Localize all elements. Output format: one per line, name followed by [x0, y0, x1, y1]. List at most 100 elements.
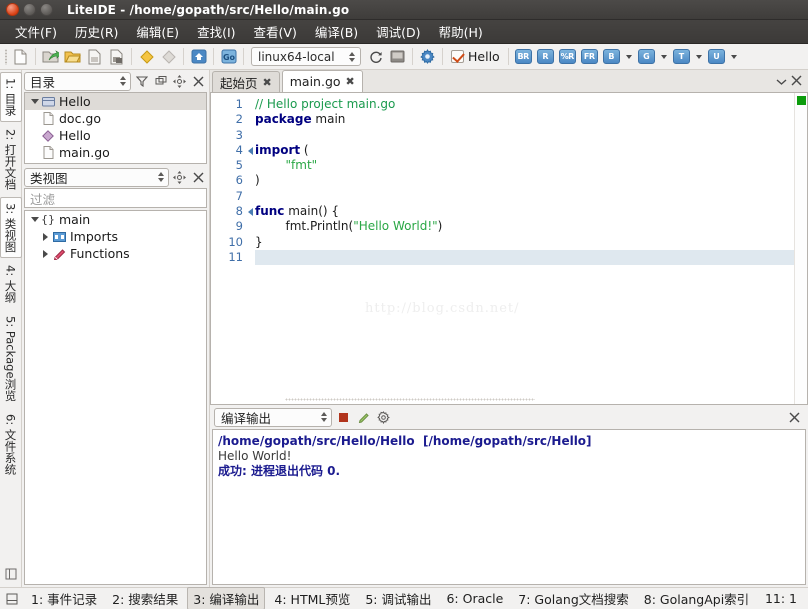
folders-tree[interactable]: Hello doc.go Hello main.go — [24, 92, 207, 164]
horizontal-scrollbar[interactable] — [285, 398, 535, 403]
output-line[interactable]: /home/gopath/src/Hello/Hello [/home/gopa… — [218, 434, 800, 449]
chevron-down-icon[interactable] — [660, 54, 667, 59]
tree-item-functions[interactable]: Functions — [25, 245, 206, 262]
status-tab-html-preview[interactable]: 4: HTML预览 — [268, 587, 356, 609]
close-tab-icon[interactable]: ✖ — [263, 76, 272, 89]
chevron-down-icon[interactable] — [625, 54, 632, 59]
code-editor[interactable]: 1 2 3 4 5 6 7 8 9 10 11 // Hello project… — [210, 93, 808, 405]
close-tab-icon[interactable]: ✖ — [346, 75, 355, 88]
target-checkbox-label: Hello — [468, 49, 500, 64]
menu-find[interactable]: 查找(I) — [188, 20, 244, 43]
status-tab-golang-api-index[interactable]: 8: GolangApi索引 — [638, 587, 755, 609]
status-tab-debug-output[interactable]: 5: 调试输出 — [359, 587, 437, 609]
settings-icon[interactable] — [375, 409, 392, 426]
sidebar-tab-open-documents[interactable]: 2: 打开文档 — [0, 123, 22, 196]
tree-item-main-package[interactable]: {} main — [25, 211, 206, 228]
save-all-icon[interactable] — [106, 46, 127, 67]
go-icon[interactable]: Go — [218, 46, 239, 67]
sync-icon[interactable] — [152, 73, 169, 90]
status-tab-golang-doc-search[interactable]: 7: Golang文档搜索 — [512, 587, 634, 609]
menu-debug[interactable]: 调试(D) — [367, 20, 429, 43]
sidebar-tab-package-browser[interactable]: 5: Package浏览 — [0, 310, 22, 408]
tree-item-main-go[interactable]: main.go — [25, 144, 206, 161]
reload-icon[interactable] — [365, 46, 386, 67]
build-run-br-button[interactable]: BR — [513, 46, 534, 67]
chevron-updown-icon[interactable] — [158, 172, 167, 182]
build-b-button[interactable]: B — [601, 46, 622, 67]
sidebar-tab-class-view[interactable]: 3: 类视图 — [0, 196, 22, 259]
status-tab-build-output[interactable]: 3: 编译输出 — [187, 587, 266, 609]
settings-icon[interactable] — [417, 46, 438, 67]
terminal-icon[interactable] — [387, 46, 408, 67]
environment-selector[interactable]: linux64-local — [251, 47, 361, 66]
chevron-down-icon[interactable] — [29, 217, 40, 222]
run-args-button[interactable]: %R — [557, 46, 578, 67]
close-output-icon[interactable] — [787, 409, 804, 426]
maximize-window-icon[interactable] — [40, 3, 53, 16]
classview-panel-selector[interactable]: 类视图 — [24, 167, 169, 187]
classview-tree[interactable]: {} main Imports Functions — [24, 210, 207, 585]
sidebar-toggle-icon[interactable] — [5, 568, 17, 583]
editor-tab-main-go[interactable]: main.go ✖ — [281, 70, 363, 92]
new-file-icon[interactable] — [10, 46, 31, 67]
tree-item-imports[interactable]: Imports — [25, 228, 206, 245]
toolbar-grip[interactable] — [3, 48, 9, 66]
code-content[interactable]: // Hello project main.go package main im… — [245, 93, 794, 404]
open-file-icon[interactable] — [62, 46, 83, 67]
chevron-updown-icon[interactable] — [321, 412, 330, 422]
status-tab-oracle[interactable]: 6: Oracle — [440, 589, 509, 608]
menu-edit[interactable]: 编辑(E) — [127, 20, 188, 43]
sidebar-tab-file-system[interactable]: 6: 文件系统 — [0, 408, 22, 481]
editor-vertical-scrollbar[interactable] — [794, 93, 807, 404]
chevron-down-icon[interactable] — [730, 54, 737, 59]
menu-help[interactable]: 帮助(H) — [430, 20, 492, 43]
sidebar-tab-folders[interactable]: 1: 目录 — [0, 72, 22, 122]
locate-icon[interactable] — [171, 73, 188, 90]
menu-history[interactable]: 历史(R) — [66, 20, 127, 43]
filter-icon[interactable] — [133, 73, 150, 90]
output-content[interactable]: /home/gopath/src/Hello/Hello [/home/gopa… — [212, 429, 806, 585]
get-g-button[interactable]: G — [636, 46, 657, 67]
open-folder-icon[interactable] — [40, 46, 61, 67]
menu-build[interactable]: 编译(B) — [306, 20, 367, 43]
minimize-window-icon[interactable] — [23, 3, 36, 16]
tree-item-hello-binary[interactable]: Hello — [25, 127, 206, 144]
install-u-button[interactable]: U — [706, 46, 727, 67]
folders-panel-selector[interactable]: 目录 — [24, 71, 131, 91]
target-checkbox[interactable]: Hello — [447, 49, 504, 64]
output-panel-selector[interactable]: 编译输出 — [214, 407, 332, 427]
chevron-updown-icon[interactable] — [349, 51, 358, 62]
chevron-down-icon[interactable] — [695, 54, 702, 59]
checkbox-icon[interactable] — [451, 50, 464, 63]
classview-filter-input[interactable]: 过滤 — [24, 188, 207, 208]
close-window-icon[interactable] — [6, 3, 19, 16]
editor-tab-start-page[interactable]: 起始页 ✖ — [212, 71, 280, 92]
close-icon[interactable] — [190, 73, 207, 90]
stop-icon[interactable] — [335, 409, 352, 426]
tree-item-doc-go[interactable]: doc.go — [25, 110, 206, 127]
menu-file[interactable]: 文件(F) — [6, 20, 66, 43]
chevron-right-icon[interactable] — [40, 249, 51, 258]
run-r-button[interactable]: R — [535, 46, 556, 67]
tree-item-hello-folder[interactable]: Hello — [25, 93, 206, 110]
panel-toggle-icon[interactable] — [5, 592, 19, 606]
tab-list-chevron-down-icon[interactable] — [776, 75, 787, 89]
chevron-right-icon[interactable] — [40, 232, 51, 241]
home-icon[interactable] — [188, 46, 209, 67]
test-t-button[interactable]: T — [671, 46, 692, 67]
sidebar-tab-outline[interactable]: 4: 大纲 — [0, 259, 22, 309]
save-icon[interactable] — [84, 46, 105, 67]
locate-icon[interactable] — [171, 169, 188, 186]
chevron-down-icon[interactable] — [29, 99, 40, 104]
file-run-button[interactable]: FR — [579, 46, 600, 67]
build-next-icon[interactable] — [158, 46, 179, 67]
status-tab-event-log[interactable]: 1: 事件记录 — [25, 587, 103, 609]
build-run-icon[interactable] — [136, 46, 157, 67]
saved-state-marker-icon — [797, 96, 806, 105]
clear-icon[interactable] — [355, 409, 372, 426]
status-tab-search-results[interactable]: 2: 搜索结果 — [106, 587, 184, 609]
menu-view[interactable]: 查看(V) — [245, 20, 306, 43]
close-icon[interactable] — [190, 169, 207, 186]
close-editor-icon[interactable] — [791, 75, 802, 89]
chevron-updown-icon[interactable] — [120, 76, 129, 86]
